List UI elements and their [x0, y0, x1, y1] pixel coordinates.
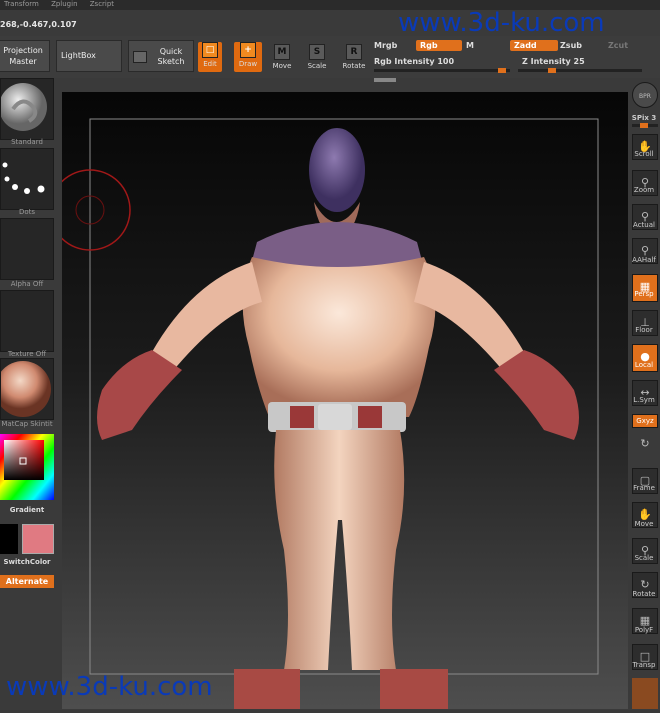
- rotate-axis-icons[interactable]: ↻: [632, 432, 658, 462]
- head: [309, 128, 365, 212]
- matcap-sphere-icon: [0, 361, 51, 417]
- menu-zscript[interactable]: Zscript: [90, 0, 114, 8]
- edit-button[interactable]: □ Edit: [198, 42, 222, 72]
- alpha-thumbnail[interactable]: [0, 218, 54, 280]
- material-label: MatCap Skintit: [1, 420, 53, 428]
- edit-icon: □: [202, 42, 218, 58]
- brush-cursor-outer: [49, 169, 131, 251]
- projection-master-button[interactable]: Projection Master: [0, 40, 50, 72]
- scroll-handle[interactable]: [374, 78, 396, 82]
- texture-thumbnail[interactable]: [0, 290, 54, 352]
- zadd-toggle[interactable]: Zadd: [510, 40, 558, 51]
- xyz-label: Gxyz: [636, 417, 654, 425]
- scale-label: Scale: [307, 62, 327, 70]
- sketch-icon: [133, 51, 147, 63]
- color-picker-swatch: [0, 434, 54, 500]
- quick-label: Quick: [159, 47, 183, 56]
- z-intensity-label: Z Intensity 25: [522, 57, 585, 66]
- watermark-bottom: www.3d-ku.com: [6, 672, 213, 702]
- bpr-label: BPR: [639, 93, 651, 100]
- secondary-color-swatch[interactable]: [22, 524, 54, 554]
- rgb-intensity-label: Rgb Intensity 100: [374, 57, 455, 66]
- switch-color-button[interactable]: SwitchColor: [0, 558, 54, 566]
- document-canvas[interactable]: [49, 92, 628, 709]
- alternate-button[interactable]: Alternate: [0, 575, 54, 588]
- rotate-icon: R: [346, 44, 362, 60]
- scale-view-label: Scale: [634, 554, 654, 562]
- rotate-axis-icon: ↻: [640, 437, 650, 450]
- gradient-label: Gradient: [9, 506, 45, 514]
- stroke-thumbnail[interactable]: [0, 148, 54, 210]
- frame-label: Frame: [633, 484, 655, 492]
- toolbar: Projection Master LightBox Quick Sketch …: [0, 36, 660, 82]
- lsym-label: L.Sym: [633, 396, 655, 404]
- coordinate-readout: 268,-0.467,0.107: [0, 20, 77, 29]
- rgb-toggle[interactable]: Rgb: [416, 40, 462, 51]
- spix-slider[interactable]: [632, 123, 658, 128]
- color-picker[interactable]: [0, 434, 54, 500]
- draw-icon: +: [240, 42, 256, 58]
- menu-zplugin[interactable]: Zplugin: [51, 0, 77, 8]
- spix-control[interactable]: SPix 3: [628, 114, 660, 122]
- standard-brush-icon: [0, 83, 47, 131]
- rgb-intensity-knob[interactable]: [498, 68, 506, 73]
- polyf-label: PolyF: [634, 626, 654, 634]
- aahalf-label: AAHalf: [632, 256, 656, 264]
- projection-label: Projection: [3, 46, 43, 55]
- rotate-label: Rotate: [342, 62, 366, 70]
- dots-stroke-icon: [2, 162, 45, 194]
- move-icon: M: [274, 44, 290, 60]
- move-button[interactable]: M Move: [271, 44, 293, 72]
- m-toggle[interactable]: M: [462, 40, 478, 51]
- draw-button[interactable]: + Draw: [234, 42, 262, 72]
- z-intensity-slider[interactable]: [518, 68, 642, 73]
- local-label: Local: [634, 361, 654, 369]
- canvas-frame: [49, 92, 628, 709]
- brush-thumbnail[interactable]: [0, 78, 54, 140]
- master-label: Master: [9, 57, 37, 66]
- sketch-label: Sketch: [157, 57, 185, 66]
- move-view-label: Move: [634, 520, 654, 528]
- lightbox-button[interactable]: LightBox: [56, 40, 122, 72]
- stroke-label: Dots: [18, 208, 36, 216]
- xyz-button[interactable]: Gxyz: [632, 414, 658, 428]
- scale-icon: S: [309, 44, 325, 60]
- alpha-label: Alpha Off: [10, 280, 44, 288]
- texture-label: Texture Off: [7, 350, 47, 358]
- actual-label: Actual: [633, 221, 655, 229]
- draw-label: Draw: [238, 60, 258, 68]
- floor-label: Floor: [635, 326, 653, 334]
- brush-label: Standard: [11, 138, 43, 146]
- scroll-label: Scroll: [634, 150, 654, 158]
- quick-sketch-button[interactable]: Quick Sketch: [128, 40, 194, 72]
- ghost-button[interactable]: [632, 678, 658, 709]
- sculpt-model: [49, 118, 599, 709]
- zsub-toggle[interactable]: Zsub: [556, 40, 586, 51]
- persp-label: Persp: [634, 290, 654, 298]
- bpr-button[interactable]: BPR: [632, 82, 658, 108]
- rotate-view-label: Rotate: [632, 590, 656, 598]
- edit-label: Edit: [203, 60, 217, 68]
- left-panel: Standard Dots Alpha Off Texture Off MatC…: [0, 78, 56, 709]
- rgb-intensity-slider[interactable]: [374, 68, 510, 73]
- z-intensity-knob[interactable]: [548, 68, 556, 73]
- rotate-button[interactable]: R Rotate: [341, 44, 367, 72]
- mrgb-toggle[interactable]: Mrgb: [370, 40, 401, 51]
- main-color-swatch[interactable]: [0, 524, 18, 554]
- material-thumbnail[interactable]: [0, 358, 54, 420]
- lightbox-label: LightBox: [61, 51, 96, 60]
- menu-transform[interactable]: Transform: [4, 0, 39, 8]
- transp-label: Transp: [632, 661, 656, 669]
- zoom-label: Zoom: [633, 186, 655, 194]
- scale-button[interactable]: S Scale: [306, 44, 328, 72]
- watermark-top: www.3d-ku.com: [398, 8, 605, 38]
- zcut-toggle[interactable]: Zcut: [604, 40, 632, 51]
- right-panel: BPR SPix 3 ✋ Scroll ⚲ Zoom ⚲ Actual ⚲ AA…: [628, 78, 660, 709]
- move-label: Move: [272, 62, 292, 70]
